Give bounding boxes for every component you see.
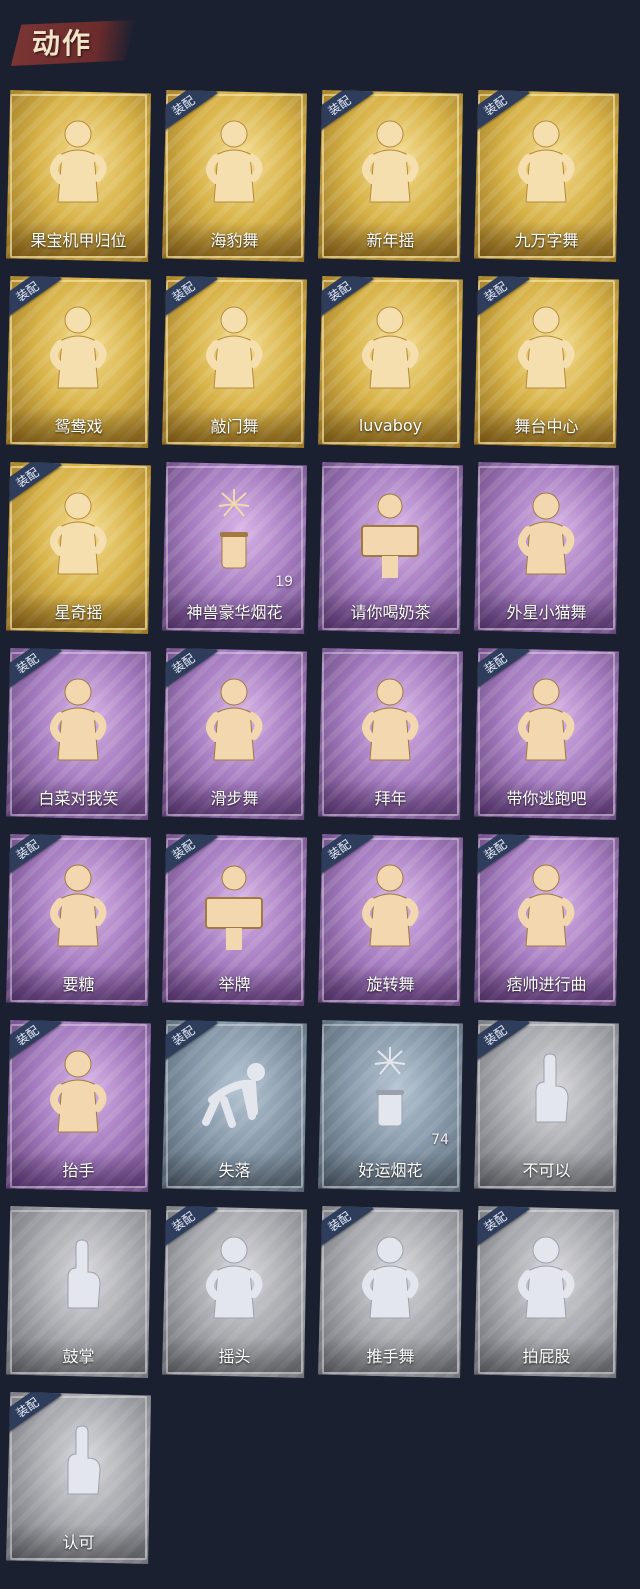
bow-pose-icon [362,678,419,761]
sign-board-icon [361,493,419,578]
emote-card[interactable]: 推手舞 装配 [318,1206,463,1378]
emote-card[interactable]: 鸳鸯戏 装配 [6,276,151,448]
emote-card[interactable]: 舞台中心 装配 [474,276,619,448]
emote-card[interactable]: 举牌 装配 [162,834,307,1006]
emote-card[interactable]: 抬手 装配 [6,1020,151,1192]
emote-card[interactable]: 拍屁股 装配 [474,1206,619,1378]
emote-label: 抬手 [12,1152,145,1186]
raise-hand-icon [50,1050,107,1133]
fireworks-can-icon [374,1047,406,1127]
emote-card[interactable]: 要糖 装配 [6,834,151,1006]
emote-label: 鼓掌 [12,1338,145,1372]
emote-label: 拜年 [324,780,457,814]
emote-label: 旋转舞 [324,966,457,1000]
emote-label: 请你喝奶茶 [324,594,457,628]
emote-card[interactable]: 旋转舞 装配 [318,834,463,1006]
section-header: 动作 [0,0,640,80]
dance-pose-icon [518,306,575,389]
emote-card[interactable]: 外星小猫舞 [474,462,619,634]
reach-pose-icon [50,864,107,947]
pat-icon [518,1236,575,1319]
emote-card[interactable]: 不可以 装配 [474,1020,619,1192]
emote-label: 要糖 [12,966,145,1000]
sign-board-icon [205,865,263,950]
dance-pose-icon [518,492,575,575]
spin-pose-icon [362,864,419,947]
emote-label: 拍屁股 [480,1338,613,1372]
head-shake-icon [206,1236,263,1319]
emote-label: 推手舞 [324,1338,457,1372]
emote-card[interactable]: 认可 装配 [6,1392,151,1564]
dance-pose-icon [206,678,263,761]
emote-card[interactable]: 摇头 装配 [162,1206,307,1378]
emote-card[interactable]: 带你逃跑吧 装配 [474,648,619,820]
emote-label: 白菜对我笑 [12,780,145,814]
item-count: 74 [431,1132,449,1148]
emote-card[interactable]: 果宝机甲归位 [6,90,151,262]
dance-pose-icon [206,306,263,389]
thumbs-up-icon [67,1425,101,1495]
emote-label: 举牌 [168,966,301,1000]
emote-label: 认可 [12,1524,145,1558]
emote-card[interactable]: 拜年 [318,648,463,820]
clap-icon [67,1239,101,1309]
emote-label: 九万字舞 [480,222,613,256]
emote-label: 好运烟花 [324,1152,457,1186]
emote-label: 不可以 [480,1152,613,1186]
section-title: 动作 [32,27,93,60]
emote-label: 摇头 [168,1338,301,1372]
emote-card[interactable]: 痞帅进行曲 装配 [474,834,619,1006]
dance-pose-icon [518,864,575,947]
emote-label: 痞帅进行曲 [480,966,613,1000]
finger-wag-icon [535,1053,569,1123]
fireworks-icon [218,489,250,569]
emote-label: 神兽豪华烟花 [168,594,301,628]
emote-label: 果宝机甲归位 [12,222,145,256]
emote-label: 鸳鸯戏 [12,408,145,442]
emote-label: 失落 [168,1152,301,1186]
crawl-pose-icon [202,1063,265,1128]
dance-pose-icon [518,678,575,761]
dance-pose-icon [50,306,107,389]
dance-pose-icon [50,120,107,203]
dance-pose-icon [50,678,107,761]
emote-label: 海豹舞 [168,222,301,256]
emote-card[interactable]: 鼓掌 [6,1206,151,1378]
emote-card[interactable]: 新年摇 装配 [318,90,463,262]
emote-label: 星奇摇 [12,594,145,628]
emote-label: 带你逃跑吧 [480,780,613,814]
emote-label: 敲门舞 [168,408,301,442]
dance-pose-icon [50,492,107,575]
dance-pose-icon [206,120,263,203]
emote-card[interactable]: 失落 装配 [162,1020,307,1192]
emote-card[interactable]: 74 好运烟花 [318,1020,463,1192]
emote-card[interactable]: 滑步舞 装配 [162,648,307,820]
emote-card[interactable]: luvaboy 装配 [318,276,463,448]
dance-pose-icon [362,306,419,389]
emote-label: 新年摇 [324,222,457,256]
emote-card[interactable]: 海豹舞 装配 [162,90,307,262]
emote-card[interactable]: 白菜对我笑 装配 [6,648,151,820]
item-count: 19 [275,574,293,590]
dance-pose-icon [362,120,419,203]
emote-label: luvaboy [324,408,457,442]
dance-pose-icon [518,120,575,203]
emote-card[interactable]: 九万字舞 装配 [474,90,619,262]
emote-label: 舞台中心 [480,408,613,442]
emote-label: 滑步舞 [168,780,301,814]
emote-card[interactable]: 19 神兽豪华烟花 [162,462,307,634]
emote-card[interactable]: 星奇摇 装配 [6,462,151,634]
emote-label: 外星小猫舞 [480,594,613,628]
emote-card[interactable]: 请你喝奶茶 [318,462,463,634]
push-hands-icon [362,1236,419,1319]
emote-card[interactable]: 敲门舞 装配 [162,276,307,448]
